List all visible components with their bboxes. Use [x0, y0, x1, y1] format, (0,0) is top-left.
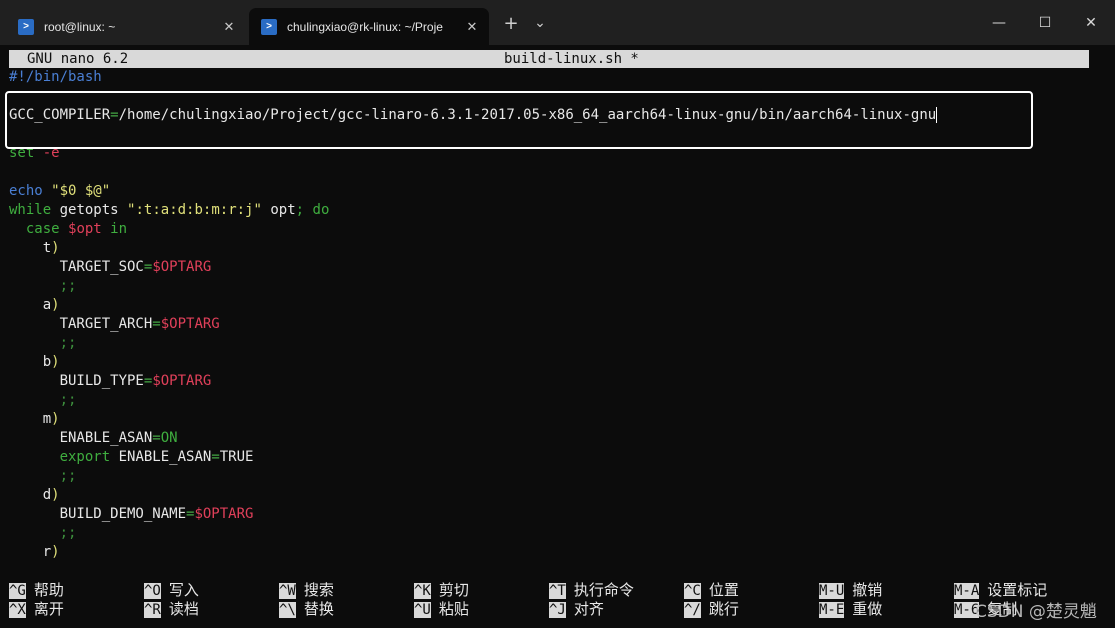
code-line-case-m: m): [42, 411, 60, 427]
powershell-icon: >: [18, 18, 34, 35]
code-line-case-d: d): [42, 487, 60, 503]
code-line-case-t: t): [42, 240, 60, 256]
shortcut-search[interactable]: ^W 搜索: [279, 581, 334, 600]
shortcut-read-file[interactable]: ^R 读档: [144, 600, 199, 619]
code-line-dsemi: ;;: [59, 335, 77, 351]
csdn-watermark: CSDN @楚灵魈: [975, 602, 1097, 622]
code-line-target-arch: TARGET_ARCH=$OPTARG: [59, 316, 220, 332]
shortcut-location[interactable]: ^C 位置: [684, 581, 739, 600]
shortcut-redo[interactable]: M-E 重做: [819, 600, 882, 619]
maximize-button[interactable]: ☐: [1022, 0, 1068, 45]
code-line-dsemi: ;;: [59, 278, 77, 294]
powershell-icon: >: [261, 18, 277, 35]
shortcut-undo[interactable]: M-U 撤销: [819, 581, 882, 600]
shortcut-replace[interactable]: ^\ 替换: [279, 600, 334, 619]
close-tab-icon[interactable]: ✕: [218, 19, 240, 35]
tab-root-linux[interactable]: > root@linux: ~ ✕: [6, 8, 246, 45]
code-line-case-r: r): [42, 544, 60, 560]
code-line-export-asan: export ENABLE_ASAN=TRUE: [59, 449, 254, 465]
code-line-case-b: b): [42, 354, 60, 370]
shortcut-justify[interactable]: ^J 对齐: [549, 600, 604, 619]
close-tab-icon[interactable]: ✕: [461, 19, 483, 35]
shortcut-go-to-line[interactable]: ^/跳行: [684, 600, 739, 619]
tab-label: root@linux: ~: [44, 19, 116, 34]
code-line-dsemi: ;;: [59, 468, 77, 484]
shortcut-write[interactable]: ^O 写入: [144, 581, 199, 600]
code-line-case: case $opt in: [25, 221, 128, 237]
code-line-dsemi: ;;: [59, 392, 77, 408]
code-line-while: while getopts ":t:a:d:b:m:r:j" opt; do: [9, 202, 330, 218]
tab-dropdown-button[interactable]: ⌄: [528, 8, 552, 38]
code-line-enable-asan: ENABLE_ASAN=ON: [59, 430, 178, 446]
close-window-button[interactable]: ✕: [1068, 0, 1114, 45]
code-line-build-demo-name: BUILD_DEMO_NAME=$OPTARG: [59, 506, 254, 522]
tab-chulingxiao-rk-linux[interactable]: > chulingxiao@rk-linux: ~/Proje ✕: [249, 8, 489, 45]
code-line-gcc-compiler[interactable]: GCC_COMPILER=/home/chulingxiao/Project/g…: [9, 106, 938, 125]
shortcut-exit[interactable]: ^X 离开: [9, 600, 64, 619]
nano-title-bar: GNU nano 6.2 build-linux.sh *: [9, 50, 1089, 68]
terminal-title-bar: > root@linux: ~ ✕ > chulingxiao@rk-linux…: [0, 0, 1115, 45]
minimize-button[interactable]: —: [976, 0, 1022, 45]
code-line-build-type: BUILD_TYPE=$OPTARG: [59, 373, 212, 389]
new-tab-button[interactable]: +: [499, 8, 523, 38]
code-line-target-soc: TARGET_SOC=$OPTARG: [59, 259, 212, 275]
tab-label: chulingxiao@rk-linux: ~/Proje: [287, 19, 443, 34]
shortcut-paste[interactable]: ^U 粘贴: [414, 600, 469, 619]
code-line-echo: echo "$0 $@": [9, 183, 111, 199]
shortcut-help[interactable]: ^G 帮助: [9, 581, 64, 600]
code-line-shebang: #!/bin/bash: [9, 69, 102, 85]
nano-version: GNU nano 6.2: [27, 51, 129, 67]
text-cursor: [936, 107, 938, 123]
shortcut-cut[interactable]: ^K 剪切: [414, 581, 469, 600]
code-line-case-a: a): [42, 297, 60, 313]
shortcut-execute[interactable]: ^T 执行命令: [549, 581, 634, 600]
file-name: build-linux.sh *: [504, 51, 639, 67]
code-line-dsemi: ;;: [59, 525, 77, 541]
